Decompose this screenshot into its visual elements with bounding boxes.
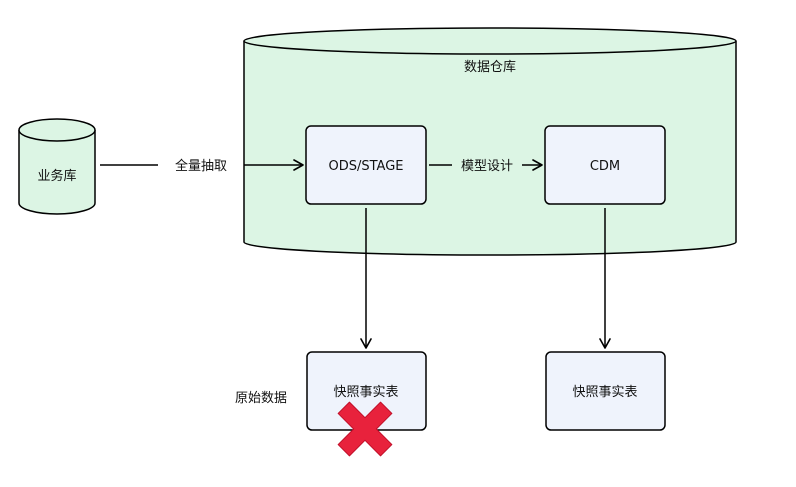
snapshot-right-box: 快照事实表 [545, 351, 666, 431]
warehouse-top [243, 27, 737, 55]
raw-data-label: 原始数据 [235, 391, 287, 406]
source-db-label: 业务库 [37, 168, 76, 184]
warehouse-label: 数据仓库 [464, 59, 516, 75]
source-db-top [18, 118, 96, 142]
data-warehouse-diagram: 数据仓库 业务库 全量抽取 ODS/STAGE 模型设计 CDM 快照事实表 原… [18, 27, 737, 457]
ods-stage-box: ODS/STAGE [305, 125, 427, 205]
cdm-label: CDM [590, 159, 620, 174]
cdm-box: CDM [544, 125, 666, 205]
source-db-cylinder: 业务库 [18, 118, 96, 215]
snapshot-right-label: 快照事实表 [572, 385, 637, 400]
edge-extract-label: 全量抽取 [175, 158, 227, 174]
snapshot-left-label: 快照事实表 [333, 385, 398, 400]
edge-model-label: 模型设计 [461, 159, 513, 174]
ods-stage-label: ODS/STAGE [328, 159, 403, 174]
